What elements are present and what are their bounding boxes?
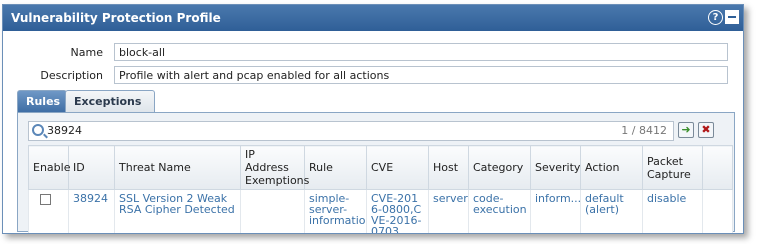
- packet-capture-cell[interactable]: disable: [642, 189, 703, 233]
- severity-cell: inform...: [530, 189, 581, 233]
- ip-exemptions-cell[interactable]: [240, 189, 305, 233]
- description-row: Description Profile with alert and pcap …: [3, 66, 743, 86]
- table-header-row: Enable ID Threat Name IP Address Exempti…: [28, 145, 733, 190]
- header-ip-exemptions[interactable]: IP Address Exemptions: [240, 145, 309, 190]
- search-result-count: 1 / 8412: [621, 124, 667, 137]
- header-severity[interactable]: Severity: [530, 145, 581, 190]
- rule-cell: simple-server-informatio...: [304, 189, 367, 233]
- description-label: Description: [40, 69, 103, 82]
- header-enable[interactable]: Enable: [28, 145, 70, 190]
- header-host[interactable]: Host: [428, 145, 469, 190]
- table-row[interactable]: 38924 SSL Version 2 Weak RSA Cipher Dete…: [28, 189, 733, 233]
- header-category[interactable]: Category: [468, 145, 531, 190]
- header-packet-capture[interactable]: Packet Capture: [642, 145, 703, 190]
- dialog-title: Vulnerability Protection Profile: [11, 11, 221, 25]
- name-label: Name: [70, 46, 103, 59]
- threat-table: Enable ID Threat Name IP Address Exempti…: [28, 145, 733, 233]
- name-field[interactable]: block-all: [114, 43, 728, 61]
- enable-cell: [28, 189, 69, 233]
- vulnerability-profile-dialog: Vulnerability Protection Profile ? Name …: [2, 4, 744, 234]
- tab-exceptions[interactable]: Exceptions: [65, 90, 155, 112]
- help-icon[interactable]: ?: [708, 10, 723, 25]
- dialog-titlebar: Vulnerability Protection Profile ?: [3, 5, 743, 31]
- search-input[interactable]: 38924 1 / 8412: [28, 121, 674, 141]
- threat-name-cell: SSL Version 2 Weak RSA Cipher Detected: [114, 189, 241, 233]
- action-cell[interactable]: default (alert): [580, 189, 643, 233]
- search-value: 38924: [47, 124, 82, 137]
- minimize-icon[interactable]: [725, 10, 739, 24]
- enable-checkbox[interactable]: [40, 194, 51, 205]
- spacer-cell: [702, 189, 733, 233]
- header-cve[interactable]: CVE: [366, 145, 429, 190]
- description-field[interactable]: Profile with alert and pcap enabled for …: [114, 66, 728, 84]
- header-threat-name[interactable]: Threat Name: [114, 145, 241, 190]
- header-action[interactable]: Action: [580, 145, 643, 190]
- category-cell: code-execution: [468, 189, 531, 233]
- clear-filter-button[interactable]: ✖: [698, 122, 714, 138]
- name-row: Name block-all: [3, 43, 743, 63]
- tab-rules[interactable]: Rules: [17, 90, 67, 112]
- host-cell: server: [428, 189, 469, 233]
- exceptions-panel: 38924 1 / 8412 ➜ ✖ Enable ID Threat Name…: [17, 112, 735, 233]
- header-rule[interactable]: Rule: [304, 145, 367, 190]
- apply-filter-button[interactable]: ➜: [678, 122, 694, 138]
- id-cell: 38924: [68, 189, 115, 233]
- header-spacer: [702, 145, 733, 190]
- search-icon: [32, 124, 44, 136]
- cve-cell: CVE-2016-0800,CVE-2016-0703: [366, 189, 429, 233]
- header-id[interactable]: ID: [68, 145, 115, 190]
